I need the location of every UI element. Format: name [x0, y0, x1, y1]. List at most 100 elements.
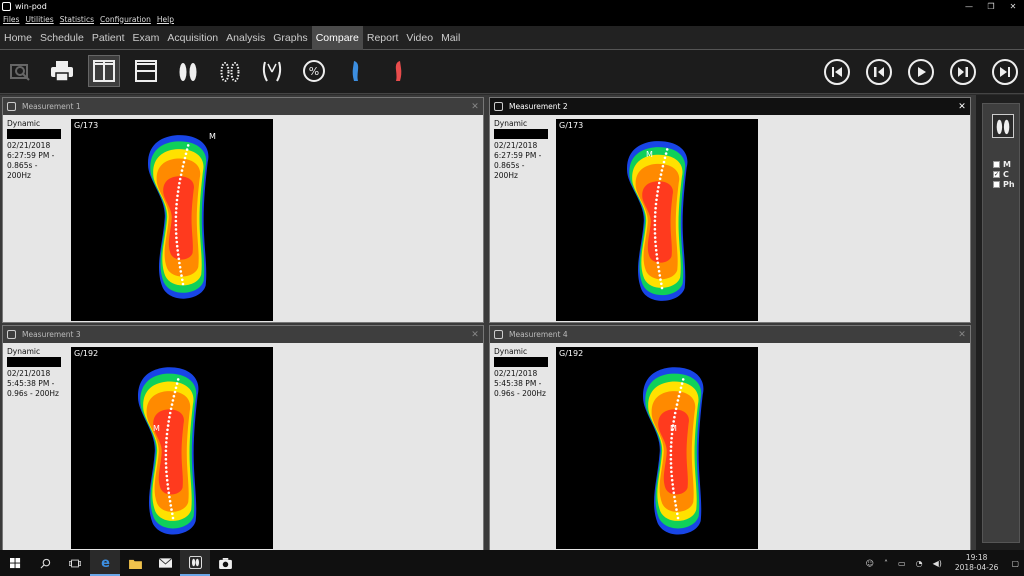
pressure-plot[interactable]: M G/173 — [556, 119, 758, 321]
cop-point — [178, 181, 181, 185]
close-button[interactable]: ✕ — [1002, 2, 1024, 11]
nav-patient[interactable]: Patient — [88, 26, 129, 50]
cop-point — [179, 173, 183, 177]
skip-to-end-icon[interactable] — [992, 59, 1018, 85]
cop-point — [175, 244, 179, 248]
cop-point — [165, 436, 168, 440]
restore-button[interactable]: ❐ — [980, 2, 1002, 11]
panel-close-button[interactable]: ✕ — [467, 102, 483, 112]
panel-header: Measurement 3 ✕ — [3, 326, 483, 343]
dotted-feet-icon[interactable] — [214, 55, 246, 87]
right-foot-red-icon[interactable] — [382, 55, 414, 87]
measurement-panel-3[interactable]: Measurement 3 ✕ Dynamic 02/21/2018 5:45:… — [2, 325, 484, 551]
cop-point — [680, 382, 684, 385]
edge-icon[interactable]: e — [90, 550, 120, 576]
measurement-panel-2[interactable]: Measurement 2 ✕ Dynamic 02/21/2018 6:27:… — [489, 97, 971, 323]
nav-compare[interactable]: Compare — [311, 25, 363, 50]
menu-configuration[interactable]: Configuration — [100, 15, 151, 24]
nav-video[interactable]: Video — [402, 26, 437, 50]
battery-icon[interactable]: ▭ — [898, 559, 906, 568]
cop-point — [165, 470, 168, 474]
checkbox-ph[interactable] — [993, 181, 1000, 188]
cop-point — [169, 407, 173, 411]
cop-point — [171, 516, 175, 520]
option-ph[interactable]: Ph — [993, 180, 1015, 189]
cop-point — [654, 240, 657, 244]
panel-close-button[interactable]: ✕ — [467, 330, 483, 340]
measurement-panel-4[interactable]: Measurement 4 ✕ Dynamic 02/21/2018 5:45:… — [489, 325, 971, 551]
menu-files[interactable]: Files — [3, 15, 19, 24]
start-icon[interactable] — [0, 550, 30, 576]
menu-bar: Files Utilities Statistics Configuration… — [0, 12, 1024, 26]
cop-point — [660, 169, 664, 172]
checkbox-m[interactable] — [993, 161, 1000, 168]
play-icon[interactable] — [908, 59, 934, 85]
nav-report[interactable]: Report — [363, 26, 403, 50]
panel-close-button[interactable]: ✕ — [954, 102, 970, 112]
split-horizontal-icon[interactable] — [130, 55, 162, 87]
nav-schedule[interactable]: Schedule — [36, 26, 88, 50]
feet-icon[interactable] — [172, 55, 204, 87]
cop-point — [177, 257, 181, 261]
pressure-plot[interactable]: M G/192 — [71, 347, 273, 549]
cop-point — [172, 394, 176, 398]
cop-point — [165, 474, 169, 478]
cop-point — [174, 215, 178, 219]
nav-mail[interactable]: Mail — [437, 26, 464, 50]
cop-point — [671, 483, 674, 486]
mail-icon[interactable] — [150, 550, 180, 576]
cop-point — [670, 474, 674, 478]
cop-point — [164, 453, 168, 457]
menu-help[interactable]: Help — [157, 15, 174, 24]
search-icon[interactable] — [30, 550, 60, 576]
nav-analysis[interactable]: Analysis — [222, 26, 269, 50]
win-pod-icon[interactable] — [180, 550, 210, 576]
menu-utilities[interactable]: Utilities — [25, 15, 53, 24]
file-explorer-icon[interactable] — [120, 550, 150, 576]
show-hidden-icons[interactable]: ˄ — [884, 559, 888, 568]
cop-point — [676, 512, 679, 516]
volume-icon[interactable]: ◀) — [933, 559, 942, 568]
step-forward-icon[interactable] — [950, 59, 976, 85]
notification-icon[interactable]: ▢ — [1011, 559, 1019, 568]
menu-statistics[interactable]: Statistics — [60, 15, 94, 24]
nav-exam[interactable]: Exam — [129, 26, 164, 50]
camera-icon[interactable] — [210, 550, 240, 576]
checkbox-c[interactable]: ✓ — [993, 171, 1000, 178]
plot-label: G/173 — [74, 121, 99, 130]
network-icon[interactable]: ◔ — [916, 559, 923, 568]
clock[interactable]: 19:18 2018-04-26 — [955, 553, 999, 573]
option-c[interactable]: ✓ C — [993, 170, 1009, 179]
foot-pressure-map: M — [626, 141, 688, 301]
cop-point — [677, 394, 681, 398]
minimize-button[interactable]: — — [958, 2, 980, 11]
measurement-info: Dynamic 02/21/2018 6:27:59 PM - 0.865s -… — [494, 119, 556, 181]
option-m[interactable]: M — [993, 160, 1011, 169]
nav-graphs[interactable]: Graphs — [269, 26, 311, 50]
cop-point — [659, 173, 663, 176]
measurement-panel-1[interactable]: Measurement 1 ✕ Dynamic 02/21/2018 6:27:… — [2, 97, 484, 323]
cop-point — [657, 181, 661, 185]
pressure-plot[interactable]: M G/192 — [556, 347, 758, 549]
split-vertical-icon[interactable] — [88, 55, 120, 87]
feet-view-icon[interactable] — [992, 114, 1014, 138]
cop-point — [657, 265, 660, 269]
task-view-icon[interactable] — [60, 550, 90, 576]
pressure-plot[interactable]: M G/173 — [71, 119, 273, 321]
people-icon[interactable]: ☺ — [866, 559, 874, 568]
step-back-icon[interactable] — [866, 59, 892, 85]
app-logo-icon — [7, 330, 16, 339]
nav-home[interactable]: Home — [0, 26, 36, 50]
percent-icon[interactable]: % — [298, 55, 330, 87]
foot-outline-icon[interactable] — [256, 55, 288, 87]
search-measurement-icon[interactable] — [4, 55, 36, 87]
cop-point — [670, 441, 673, 444]
cop-point — [670, 436, 673, 440]
cop-point — [653, 232, 657, 235]
nav-acquisition[interactable]: Acquisition — [163, 26, 222, 50]
cop-point — [166, 424, 170, 427]
skip-to-start-icon[interactable] — [824, 59, 850, 85]
panel-close-button[interactable]: ✕ — [954, 330, 970, 340]
left-foot-blue-icon[interactable] — [340, 55, 372, 87]
printer-icon[interactable] — [46, 55, 78, 87]
